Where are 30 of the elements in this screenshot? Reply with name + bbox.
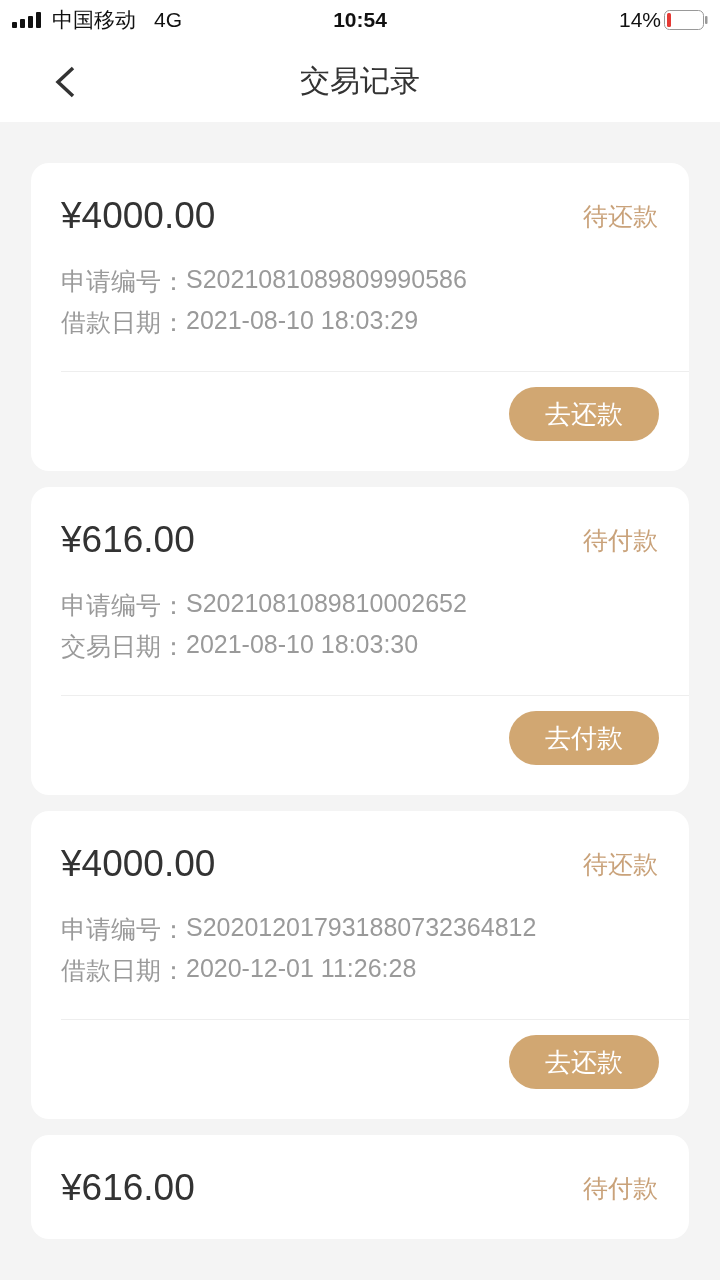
field-value: S2021081089809990586 xyxy=(186,265,467,295)
field-label: 申请编号： xyxy=(61,590,186,621)
field-label: 借款日期： xyxy=(61,955,186,986)
page-title: 交易记录 xyxy=(300,62,420,99)
field-value: S202012017931880732364812 xyxy=(186,913,537,943)
action-button[interactable]: 去付款 xyxy=(509,711,659,765)
status-label: 待还款 xyxy=(583,200,658,232)
carrier-name: 中国移动 xyxy=(52,7,136,33)
amount: ¥4000.00 xyxy=(61,843,216,885)
amount: ¥616.00 xyxy=(61,519,195,561)
status-label: 待付款 xyxy=(583,1172,658,1204)
action-button[interactable]: 去还款 xyxy=(509,1035,659,1089)
field-value: 2021-08-10 18:03:30 xyxy=(186,630,419,660)
amount: ¥4000.00 xyxy=(61,195,216,237)
battery-percent: 14% xyxy=(618,8,661,32)
battery-icon xyxy=(664,10,708,30)
clock-time: 10:54 xyxy=(333,8,387,32)
field-label: 申请编号： xyxy=(61,914,186,945)
status-label: 待还款 xyxy=(583,848,658,880)
field-value: 2020-12-01 11:26:28 xyxy=(186,954,417,984)
field-value: S2021081089810002652 xyxy=(186,589,467,619)
amount: ¥616.00 xyxy=(61,1167,195,1209)
field-label: 申请编号： xyxy=(61,266,186,297)
network-type: 4G xyxy=(154,8,182,32)
field-label: 交易日期： xyxy=(61,631,186,662)
action-button[interactable]: 去还款 xyxy=(509,387,659,441)
field-value: 2021-08-10 18:03:29 xyxy=(186,306,419,336)
field-label: 借款日期： xyxy=(61,307,186,338)
status-label: 待付款 xyxy=(583,524,658,556)
back-icon[interactable] xyxy=(54,66,76,98)
